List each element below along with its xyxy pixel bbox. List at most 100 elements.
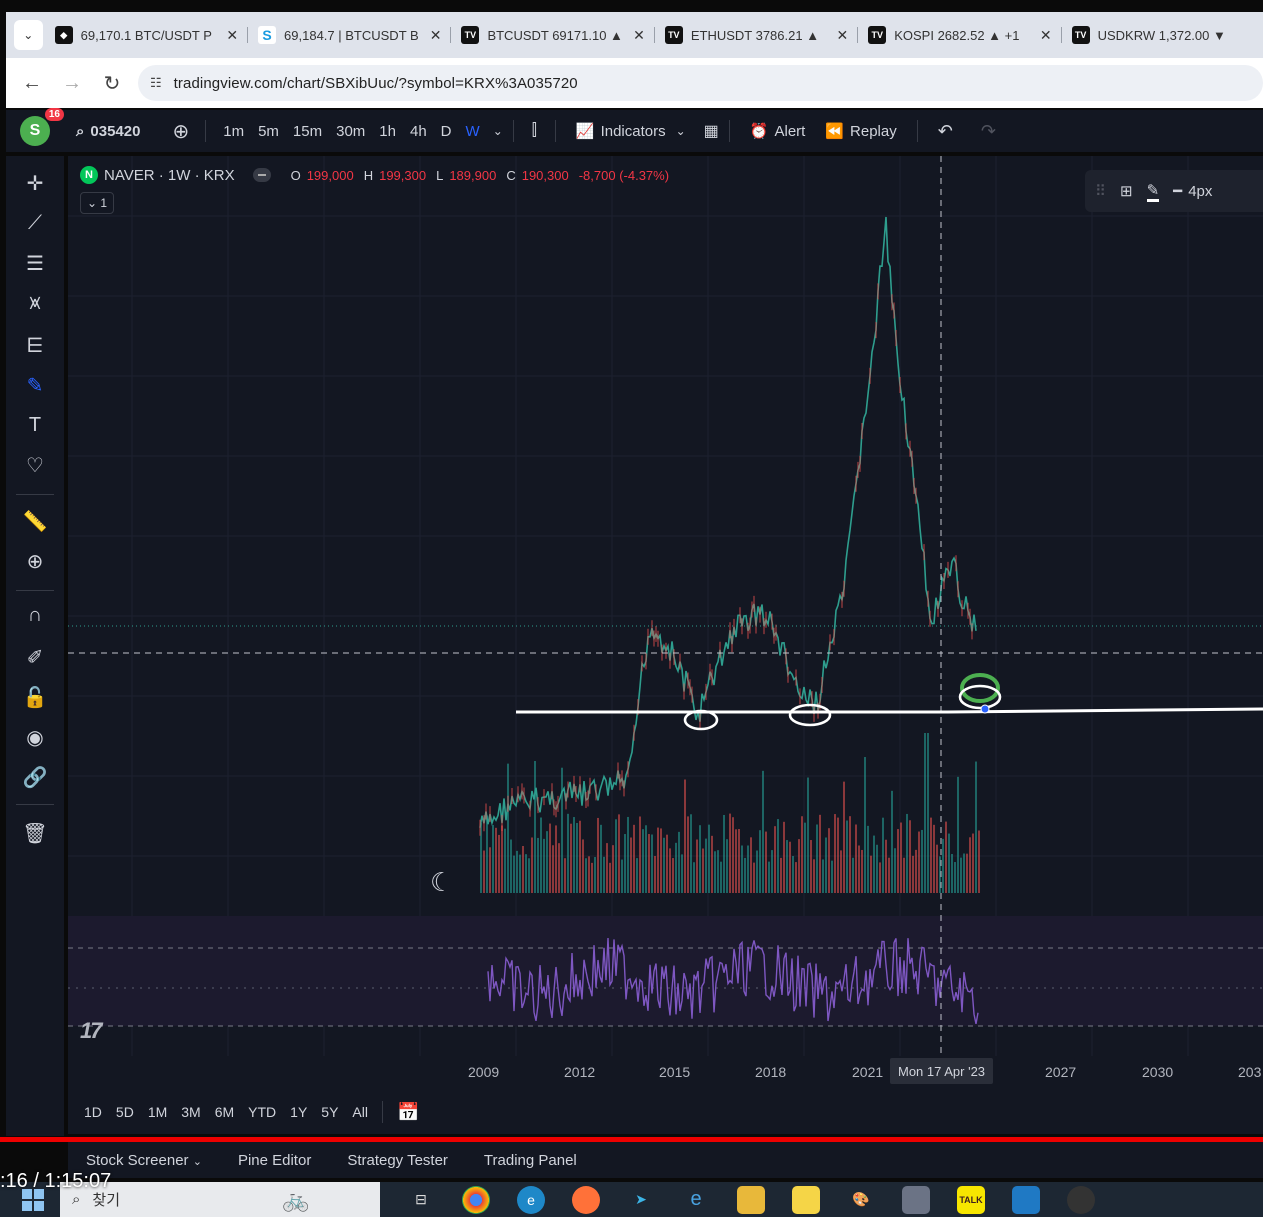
volume-bar bbox=[654, 855, 656, 893]
outlook-icon[interactable] bbox=[1012, 1185, 1040, 1214]
range-1m[interactable]: 1M bbox=[148, 1104, 167, 1120]
kakaotalk-icon[interactable]: TALK bbox=[957, 1185, 985, 1214]
pencil-color-icon[interactable]: ✎ bbox=[1146, 181, 1160, 202]
link-icon[interactable]: 🔗 bbox=[22, 764, 48, 790]
browser-tab[interactable]: TV USDKRW 1,372.00 ▼ bbox=[1060, 17, 1263, 53]
reload-icon[interactable]: ↻ bbox=[92, 71, 132, 96]
zoom-in-icon[interactable]: ⊕ bbox=[22, 548, 48, 574]
range-5d[interactable]: 5D bbox=[116, 1104, 134, 1120]
symbol-search-button[interactable]: ⌕ 035420 bbox=[76, 123, 140, 140]
browser-tab[interactable]: TV BTCUSDT 69171.10 ▲ ✕ bbox=[450, 17, 652, 53]
fib-retracement-icon[interactable]: ☰ bbox=[22, 250, 48, 276]
range-1y[interactable]: 1Y bbox=[290, 1104, 307, 1120]
close-icon[interactable]: ✕ bbox=[633, 27, 645, 44]
avatar[interactable]: S 16 bbox=[20, 108, 64, 146]
line-width-icon[interactable]: ━ bbox=[1173, 182, 1182, 200]
tab-search-button[interactable]: ⌄ bbox=[14, 20, 43, 50]
volume-bar bbox=[867, 825, 869, 893]
magnet-icon[interactable]: ∩ bbox=[22, 602, 48, 628]
sticky-notes-icon[interactable] bbox=[792, 1185, 820, 1214]
task-view-icon[interactable]: ⊟ bbox=[407, 1186, 435, 1214]
rewind-icon: ⏪ bbox=[825, 123, 845, 140]
back-icon[interactable]: ← bbox=[12, 72, 52, 95]
candle-type-icon[interactable]: ⫿ bbox=[532, 122, 537, 140]
close-icon[interactable]: ✕ bbox=[1040, 27, 1052, 44]
timeframe-1m[interactable]: 1m bbox=[223, 123, 244, 140]
bird-app-icon[interactable]: ➤ bbox=[627, 1186, 655, 1214]
compare-add-icon[interactable]: ⊕ bbox=[172, 119, 189, 144]
tab-strategy-tester[interactable]: Strategy Tester bbox=[347, 1152, 448, 1169]
range-all[interactable]: All bbox=[352, 1104, 368, 1120]
drag-handle-icon[interactable]: ⠿ bbox=[1095, 182, 1106, 200]
volume-bars bbox=[480, 733, 980, 893]
replay-button[interactable]: ⏪ Replay bbox=[825, 122, 896, 141]
volume-bar bbox=[972, 833, 974, 893]
range-3m[interactable]: 3M bbox=[181, 1104, 200, 1120]
redo-icon[interactable]: ↷ bbox=[981, 121, 996, 142]
timeframe-5m[interactable]: 5m bbox=[258, 123, 279, 140]
browser-tab[interactable]: S 69,184.7 | BTCUSDT B ✕ bbox=[247, 17, 449, 53]
range-1d[interactable]: 1D bbox=[84, 1104, 102, 1120]
lock-drawing-icon[interactable]: ✐ bbox=[22, 644, 48, 670]
chevron-down-icon[interactable]: ⌄ bbox=[676, 124, 686, 138]
range-5y[interactable]: 5Y bbox=[321, 1104, 338, 1120]
time-axis[interactable]: 2009 2012 2015 2018 2021 2027 2030 203 M… bbox=[68, 1056, 1263, 1086]
chart-pane[interactable]: ☾ N NAVER · 1W · KRX O 199,000 H 199,300 L… bbox=[68, 156, 1263, 1090]
chevron-down-icon[interactable]: ⌄ bbox=[493, 124, 503, 138]
calculator-icon[interactable] bbox=[902, 1185, 930, 1214]
browser-tab-bar: ⌄ ◆ 69,170.1 BTC/USDT P ✕ S 69,184.7 | BTCU… bbox=[6, 12, 1263, 58]
site-settings-icon[interactable]: ☷ bbox=[150, 75, 162, 91]
legend-title[interactable]: NAVER · 1W · KRX bbox=[104, 167, 235, 184]
indicators-collapse-button[interactable]: ⌄ 1 bbox=[80, 192, 114, 214]
timeframe-30m[interactable]: 30m bbox=[336, 123, 365, 140]
go-to-date-icon[interactable]: 📅 bbox=[397, 1102, 419, 1123]
tab-stock-screener[interactable]: Stock Screener ⌄ bbox=[86, 1152, 202, 1169]
close-icon[interactable]: ✕ bbox=[430, 27, 442, 44]
templates-grid-icon[interactable]: ▦ bbox=[704, 121, 719, 141]
lock-icon[interactable]: 🔓 bbox=[22, 684, 48, 710]
tab-trading-panel[interactable]: Trading Panel bbox=[484, 1152, 577, 1169]
trash-icon[interactable]: 🗑 bbox=[22, 820, 48, 846]
timeframe-4h[interactable]: 4h bbox=[410, 123, 427, 140]
browser-tab[interactable]: ◆ 69,170.1 BTC/USDT P ✕ bbox=[47, 17, 246, 53]
timeframe-d[interactable]: D bbox=[441, 123, 452, 140]
range-ytd[interactable]: YTD bbox=[248, 1104, 276, 1120]
timeframe-15m[interactable]: 15m bbox=[293, 123, 322, 140]
price-chart[interactable]: ☾ bbox=[68, 156, 1263, 1090]
timeframe-w[interactable]: W bbox=[466, 123, 480, 140]
close-icon[interactable]: ✕ bbox=[226, 27, 238, 44]
chrome-icon[interactable] bbox=[462, 1185, 490, 1214]
binance-logo-icon: ◆ bbox=[54, 26, 73, 44]
templates-icon[interactable]: ⊞ bbox=[1120, 182, 1133, 200]
line-width-value[interactable]: 4px bbox=[1188, 183, 1212, 200]
edge-icon[interactable]: e bbox=[517, 1185, 545, 1214]
text-icon[interactable]: T bbox=[22, 412, 48, 438]
heart-icon[interactable]: ♡ bbox=[22, 452, 48, 478]
prediction-icon[interactable]: ⋿ bbox=[22, 332, 48, 358]
obs-icon[interactable] bbox=[1067, 1185, 1095, 1214]
close-icon[interactable]: ✕ bbox=[836, 27, 848, 44]
file-explorer-icon[interactable] bbox=[737, 1185, 765, 1214]
indicators-button[interactable]: 📈 Indicators bbox=[576, 122, 666, 141]
paint-icon[interactable]: 🎨 bbox=[847, 1186, 875, 1214]
hide-legend-button[interactable] bbox=[252, 168, 271, 182]
eye-icon[interactable]: ◉ bbox=[22, 724, 48, 750]
range-6m[interactable]: 6M bbox=[215, 1104, 234, 1120]
firefox-icon[interactable] bbox=[572, 1185, 600, 1214]
crosshair-icon[interactable]: ✛ bbox=[22, 170, 48, 196]
tab-pine-editor[interactable]: Pine Editor bbox=[238, 1152, 311, 1169]
browser-tab[interactable]: TV ETHUSDT 3786.21 ▲ ✕ bbox=[653, 17, 856, 53]
brush-icon[interactable]: ✎ bbox=[22, 372, 48, 398]
pattern-icon[interactable]: ⩙ bbox=[22, 290, 48, 316]
trend-line-icon[interactable]: ⟋ bbox=[22, 210, 48, 236]
undo-icon[interactable]: ↶ bbox=[938, 121, 953, 142]
alert-button[interactable]: ⏰ Alert bbox=[750, 122, 806, 141]
url-field[interactable]: ☷ tradingview.com/chart/SBXibUuc/?symbol… bbox=[138, 65, 1263, 101]
internet-explorer-icon[interactable]: e bbox=[682, 1186, 710, 1214]
ruler-icon[interactable]: 📏 bbox=[22, 508, 48, 534]
forward-icon[interactable]: → bbox=[52, 72, 92, 95]
time-axis-label: 2021 bbox=[852, 1064, 884, 1080]
timeframe-1h[interactable]: 1h bbox=[379, 123, 396, 140]
line-handle bbox=[980, 704, 990, 714]
browser-tab[interactable]: TV KOSPI 2682.52 ▲ +1 ✕ bbox=[857, 17, 1059, 53]
